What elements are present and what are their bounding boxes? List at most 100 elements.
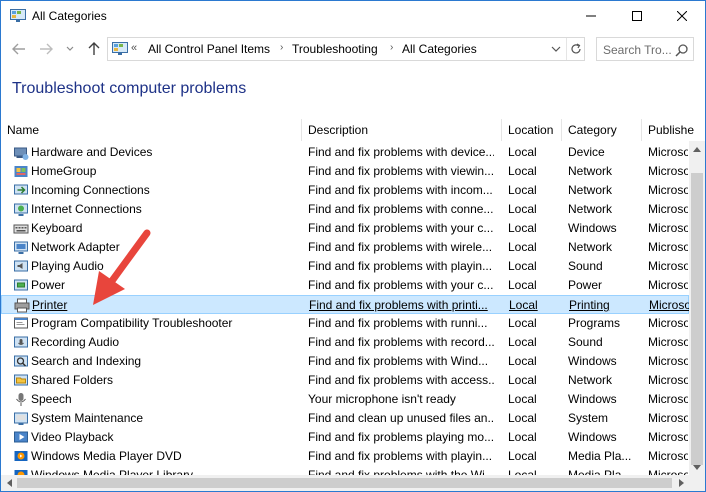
control-panel-icon xyxy=(10,9,26,23)
cell-name: Video Playback xyxy=(31,430,114,444)
back-arrow-icon xyxy=(12,43,25,55)
table-row[interactable]: Recording Audio Find and fix problems wit… xyxy=(1,333,689,352)
vertical-scrollbar[interactable] xyxy=(689,141,705,475)
table-row[interactable]: HomeGroup Find and fix problems with view… xyxy=(1,162,689,181)
search-input[interactable]: Search Tro... xyxy=(603,43,672,57)
column-header-publisher[interactable]: Publishe xyxy=(642,119,705,141)
maximize-icon xyxy=(632,11,642,21)
scroll-right-button[interactable] xyxy=(673,475,689,491)
cell-category: Windows xyxy=(568,430,617,444)
cell-description: Find and fix problems with your c... xyxy=(308,278,494,292)
table-row[interactable]: Program Compatibility Troubleshooter Find… xyxy=(1,314,689,333)
cell-name: Program Compatibility Troubleshooter xyxy=(31,316,233,330)
breadcrumb-troubleshooting[interactable]: Troubleshooting xyxy=(292,42,378,56)
cell-name: Keyboard xyxy=(31,221,83,235)
cell-name: Shared Folders xyxy=(31,373,114,387)
table-row[interactable]: Hardware and Devices Find and fix problem… xyxy=(1,143,689,162)
table-row[interactable]: Video Playback Find and fix problems play… xyxy=(1,428,689,447)
column-header-category[interactable]: Category xyxy=(562,119,642,141)
cell-description: Find and fix problems with your c... xyxy=(308,221,494,235)
cell-publisher: Microso xyxy=(648,221,688,235)
cell-category: Network xyxy=(568,202,613,216)
cell-location: Local xyxy=(508,316,537,330)
table-header: Name Description Location Category Publi… xyxy=(1,119,705,141)
incoming-connections-icon xyxy=(13,183,29,198)
cell-name: Playing Audio xyxy=(31,259,104,273)
horizontal-scrollbar[interactable] xyxy=(1,475,689,491)
cell-location: Local xyxy=(508,202,537,216)
cell-description: Find and fix problems playing mo... xyxy=(308,430,494,444)
recent-locations-button[interactable] xyxy=(64,40,76,58)
media-player-dvd-icon xyxy=(13,449,29,464)
cell-location: Local xyxy=(508,259,537,273)
forward-button[interactable] xyxy=(37,40,55,58)
chevron-down-icon xyxy=(693,464,701,470)
search-icon[interactable] xyxy=(675,43,689,57)
horizontal-scroll-thumb[interactable] xyxy=(17,478,672,488)
up-button[interactable] xyxy=(85,40,103,58)
cell-publisher: Microso xyxy=(648,373,688,387)
cell-location: Local xyxy=(508,449,537,463)
table-row[interactable]: Incoming Connections Find and fix problem… xyxy=(1,181,689,200)
vertical-scroll-thumb[interactable] xyxy=(691,173,703,465)
search-box[interactable]: Search Tro... xyxy=(596,37,694,61)
back-button[interactable] xyxy=(10,40,28,58)
column-header-location[interactable]: Location xyxy=(502,119,562,141)
cell-publisher: Microso xyxy=(648,259,688,273)
cell-category: Network xyxy=(568,183,613,197)
table-row[interactable]: System Maintenance Find and clean up unus… xyxy=(1,409,689,428)
refresh-icon xyxy=(570,43,581,54)
cell-description: Find and fix problems with playin... xyxy=(308,259,493,273)
chevron-left-icon xyxy=(6,479,12,487)
table-row[interactable]: Windows Media Player Library Find and fix… xyxy=(1,466,689,475)
close-button[interactable] xyxy=(659,1,705,31)
cell-description: Find and fix problems with printi... xyxy=(309,298,488,312)
cell-publisher: Microso xyxy=(648,183,688,197)
cell-name: Printer xyxy=(32,298,68,312)
scroll-down-button[interactable] xyxy=(689,459,705,475)
table-row[interactable]: Internet Connections Find and fix problem… xyxy=(1,200,689,219)
minimize-button[interactable] xyxy=(568,1,614,31)
cell-name: Search and Indexing xyxy=(31,354,142,368)
video-playback-icon xyxy=(13,430,29,445)
scroll-left-button[interactable] xyxy=(1,475,17,491)
program-compatibility-icon xyxy=(13,316,29,331)
column-header-name[interactable]: Name xyxy=(1,119,302,141)
table-row[interactable]: Search and Indexing Find and fix problems… xyxy=(1,352,689,371)
address-bar[interactable]: « All Control Panel Items › Troubleshoot… xyxy=(107,37,585,61)
breadcrumb-separator[interactable]: › xyxy=(390,42,393,53)
breadcrumb-all-control-panel-items[interactable]: All Control Panel Items xyxy=(148,42,270,56)
cell-publisher: Microso xyxy=(648,392,688,406)
cell-description: Find and fix problems with record... xyxy=(308,335,494,349)
printer-icon xyxy=(14,298,30,313)
refresh-button[interactable] xyxy=(566,38,584,60)
cell-category: Media Pla... xyxy=(568,468,632,475)
cell-publisher: Microso xyxy=(648,164,688,178)
cell-location: Local xyxy=(508,145,537,159)
cell-category: Windows xyxy=(568,354,617,368)
cell-description: Find and clean up unused files an... xyxy=(308,411,494,425)
maximize-button[interactable] xyxy=(614,1,660,31)
cell-publisher: Microso xyxy=(648,316,688,330)
cell-description: Find and fix problems with incom... xyxy=(308,183,493,197)
breadcrumb-separator[interactable]: › xyxy=(280,42,283,53)
cell-publisher: Microso xyxy=(648,278,688,292)
cell-location: Local xyxy=(508,240,537,254)
table-row[interactable]: Windows Media Player DVD Find and fix pro… xyxy=(1,447,689,466)
hardware-icon xyxy=(13,145,29,160)
cell-category: Network xyxy=(568,373,613,387)
close-icon xyxy=(677,11,687,21)
power-icon xyxy=(13,278,29,293)
table-row[interactable]: Speech Your microphone isn't ready Local Wi… xyxy=(1,390,689,409)
scroll-up-button[interactable] xyxy=(689,141,705,157)
breadcrumb-all-categories[interactable]: All Categories xyxy=(402,42,477,56)
address-dropdown-button[interactable] xyxy=(548,41,564,57)
cell-name: Recording Audio xyxy=(31,335,120,349)
system-maintenance-icon xyxy=(13,411,29,426)
table-row[interactable]: Shared Folders Find and fix problems with… xyxy=(1,371,689,390)
column-header-description[interactable]: Description xyxy=(302,119,502,141)
cell-location: Local xyxy=(508,373,537,387)
breadcrumb-overflow[interactable]: « xyxy=(131,42,137,54)
cell-name: Network Adapter xyxy=(31,240,120,254)
cell-location: Local xyxy=(508,430,537,444)
